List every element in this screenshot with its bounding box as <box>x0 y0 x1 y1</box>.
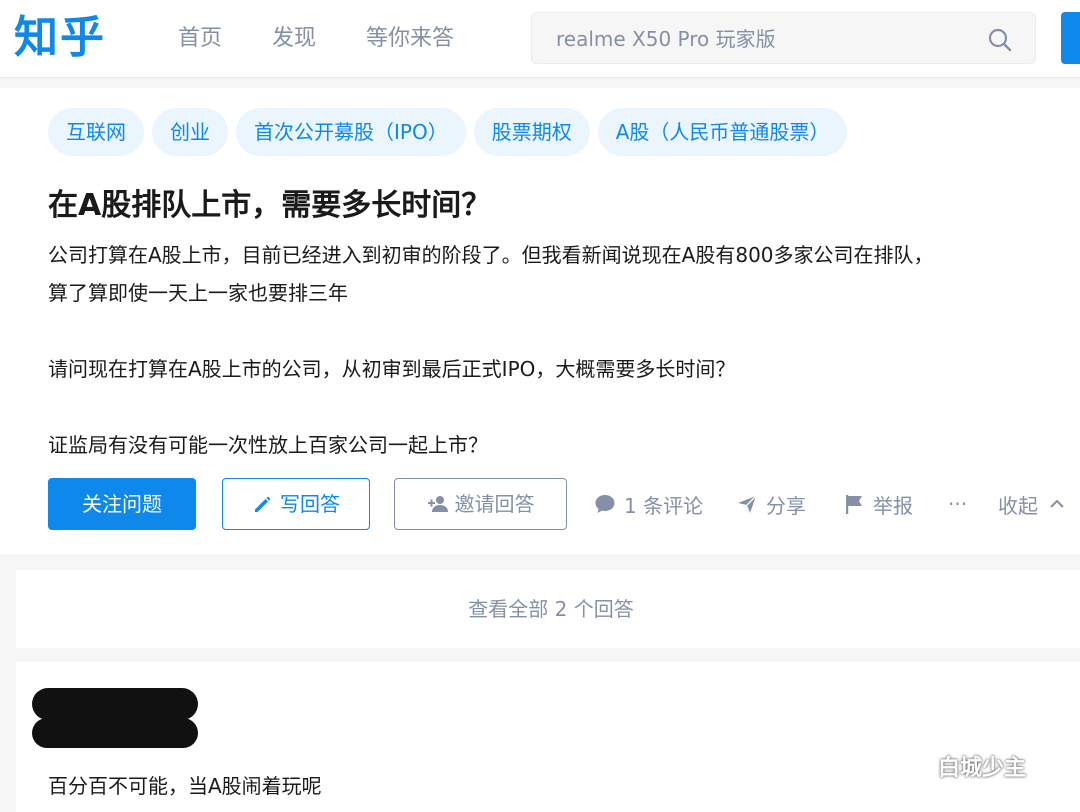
question-body-line <box>48 312 1080 350</box>
question-card: 互联网 创业 首次公开募股（IPO） 股票期权 A股（人民币普通股票） 在A股排… <box>0 88 1080 554</box>
write-answer-button[interactable]: 写回答 <box>222 478 370 530</box>
wechat-watermark: 白城少主 <box>892 746 1026 786</box>
redacted-author-bio <box>32 718 198 748</box>
topic-tag[interactable]: 创业 <box>152 108 228 156</box>
topic-tag[interactable]: 首次公开募股（IPO） <box>236 108 466 156</box>
topic-tag[interactable]: A股（人民币普通股票） <box>597 108 848 156</box>
nav-item-waiting[interactable]: 等你来答 <box>366 22 454 56</box>
main-nav: 首页 发现 等你来答 <box>178 22 504 56</box>
follow-question-button[interactable]: 关注问题 <box>48 478 196 530</box>
question-body: 公司打算在A股上市，目前已经进入到初审的阶段了。但我看新闻说现在A股有800多家… <box>48 236 1080 464</box>
add-user-icon <box>427 496 448 512</box>
pencil-icon <box>255 496 271 512</box>
more-button[interactable]: ··· <box>948 478 967 530</box>
zhihu-logo[interactable]: 知乎 <box>14 8 106 68</box>
redacted-author-name <box>32 688 198 720</box>
question-body-line: 证监局有没有可能一次性放上百家公司一起上市？ <box>48 433 488 457</box>
topic-tag[interactable]: 互联网 <box>48 108 144 156</box>
collapse-label: 收起 <box>998 493 1038 518</box>
share-button[interactable]: 分享 <box>736 478 806 530</box>
share-icon <box>738 495 757 513</box>
chevron-up-icon <box>1050 499 1064 508</box>
question-body-line: 算了算即使一天上一家也要排三年 <box>48 281 348 305</box>
answer-card: 百分百不可能，当A股闹着玩呢 <box>16 662 1080 812</box>
search-box <box>531 12 1036 64</box>
collapse-button[interactable]: 收起 <box>998 478 1068 530</box>
nav-item-home[interactable]: 首页 <box>178 22 222 56</box>
ask-question-button[interactable] <box>1061 12 1080 64</box>
question-body-line: 请问现在打算在A股上市的公司，从初审到最后正式IPO，大概需要多长时间？ <box>48 357 736 381</box>
comments-button[interactable]: 1 条评论 <box>594 478 703 530</box>
search-input[interactable] <box>556 23 976 55</box>
report-button[interactable]: 举报 <box>843 478 913 530</box>
nav-item-explore[interactable]: 发现 <box>272 22 316 56</box>
answer-content: 百分百不可能，当A股闹着玩呢 <box>48 774 322 798</box>
comment-icon <box>595 495 615 513</box>
wechat-icon <box>893 751 930 779</box>
more-dots-icon: ··· <box>948 492 968 516</box>
report-label: 举报 <box>873 493 913 518</box>
write-answer-label: 写回答 <box>280 492 340 516</box>
question-actions: 关注问题 写回答 邀请回答 1 条评论 分享 举报 ··· 收起 <box>0 478 1080 532</box>
comments-label: 1 条评论 <box>624 493 704 518</box>
question-body-line <box>48 388 1080 426</box>
flag-icon <box>846 495 862 514</box>
search-icon[interactable] <box>987 27 1013 53</box>
watermark-text: 白城少主 <box>938 756 1027 781</box>
topic-list: 互联网 创业 首次公开募股（IPO） 股票期权 A股（人民币普通股票） <box>48 108 855 156</box>
question-body-line: 公司打算在A股上市，目前已经进入到初审的阶段了。但我看新闻说现在A股有800多家… <box>48 243 934 267</box>
question-title: 在A股排队上市，需要多长时间？ <box>48 188 492 223</box>
share-label: 分享 <box>766 493 806 518</box>
topic-tag[interactable]: 股票期权 <box>473 108 590 156</box>
top-header: 知乎 首页 发现 等你来答 <box>0 0 1080 78</box>
view-all-answers-button[interactable]: 查看全部 2 个回答 <box>16 570 1080 648</box>
invite-answer-label: 邀请回答 <box>454 492 535 516</box>
page: 知乎 首页 发现 等你来答 互联网 创业 首次公开募股（IPO） 股票期权 A股… <box>0 0 1080 812</box>
invite-answer-button[interactable]: 邀请回答 <box>394 478 567 530</box>
